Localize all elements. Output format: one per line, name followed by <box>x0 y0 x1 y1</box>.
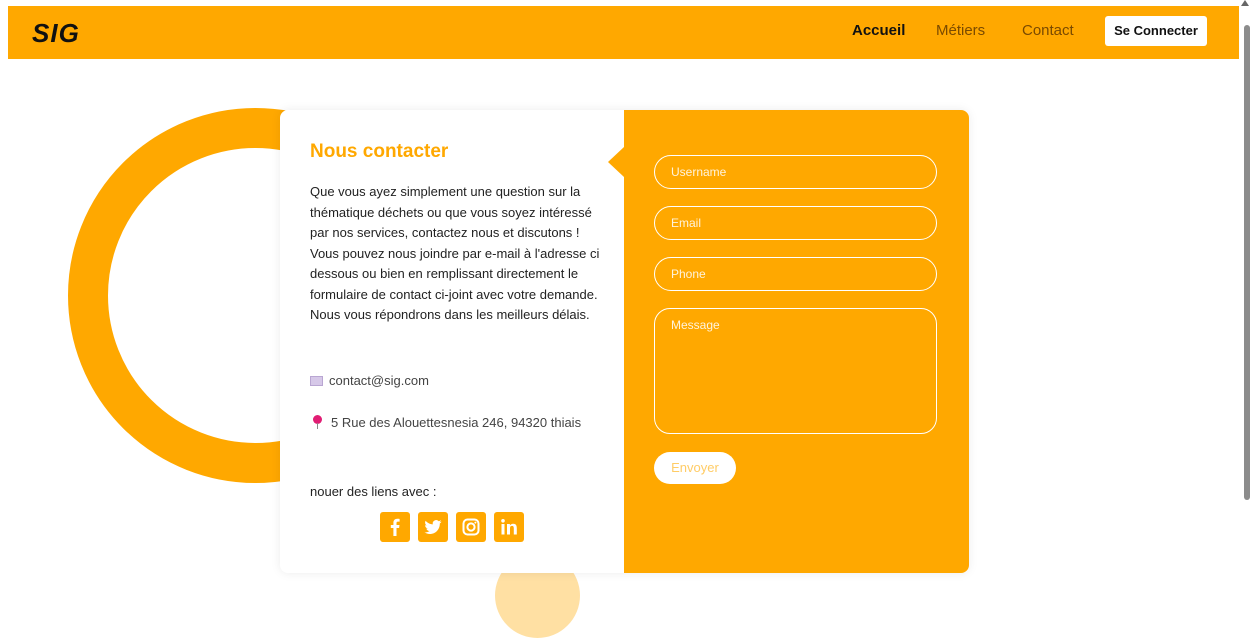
contact-form-panel: Username Email Phone Message Envoyer <box>624 110 969 573</box>
contact-email[interactable]: contact@sig.com <box>329 373 429 388</box>
nav-item-metiers[interactable]: Métiers <box>936 22 985 39</box>
email-line: contact@sig.com <box>310 373 429 388</box>
nav-item-contact[interactable]: Contact <box>1022 22 1074 39</box>
contact-address: 5 Rue des Alouettesnesia 246, 94320 thia… <box>331 415 582 430</box>
address-line: 5 Rue des Alouettesnesia 246, 94320 thia… <box>310 415 581 430</box>
contact-card: Nous contacter Que vous ayez simplement … <box>280 110 969 573</box>
scrollbar-up-arrow-icon[interactable] <box>1241 0 1249 6</box>
login-button[interactable]: Se Connecter <box>1105 16 1207 46</box>
linkedin-icon[interactable] <box>494 512 524 542</box>
site-logo[interactable]: SIG <box>32 18 80 49</box>
message-textarea[interactable]: Message <box>654 308 937 434</box>
scrollbar[interactable] <box>1244 25 1250 500</box>
mail-icon <box>310 375 323 386</box>
social-label: nouer des liens avec : <box>310 484 437 499</box>
nav-item-accueil[interactable]: Accueil <box>852 22 905 39</box>
username-input[interactable]: Username <box>654 155 937 189</box>
facebook-icon[interactable] <box>380 512 410 542</box>
contact-title: Nous contacter <box>310 141 449 162</box>
panel-notch <box>608 147 624 177</box>
submit-button[interactable]: Envoyer <box>654 452 736 484</box>
phone-input[interactable]: Phone <box>654 257 937 291</box>
location-pin-icon <box>313 415 322 429</box>
contact-description: Que vous ayez simplement une question su… <box>310 184 600 322</box>
top-navbar: SIG Accueil Métiers Contact Se Connecter <box>8 6 1239 59</box>
instagram-icon[interactable] <box>456 512 486 542</box>
twitter-icon[interactable] <box>418 512 448 542</box>
email-input[interactable]: Email <box>654 206 937 240</box>
